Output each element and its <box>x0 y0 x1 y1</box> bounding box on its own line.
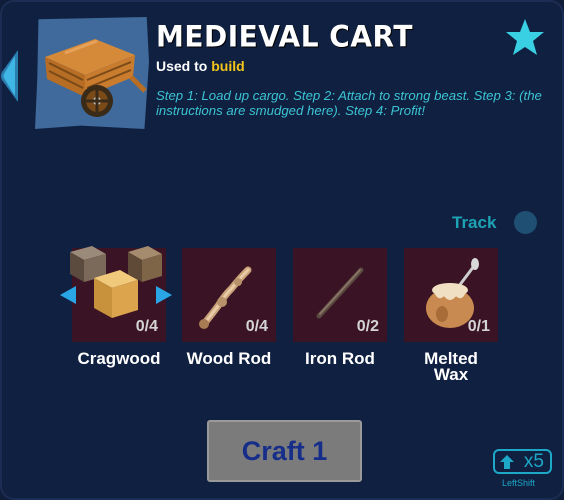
item-image <box>35 17 149 129</box>
previous-variant-arrow-icon[interactable] <box>60 286 76 304</box>
ingredient-count: 0/4 <box>135 318 158 335</box>
craft-button[interactable]: Craft 1 <box>207 420 362 482</box>
used-to-build-link[interactable]: build <box>211 58 244 74</box>
ingredient-slot-iron-rod[interactable]: 0/2 <box>293 248 387 342</box>
shift-key-icon <box>500 454 514 469</box>
ingredient-name: Cragwood <box>77 349 161 368</box>
multiplier-label: x5 <box>523 450 544 472</box>
wooden-cart-icon <box>45 39 147 117</box>
ingredient-count: 0/2 <box>356 318 379 335</box>
item-description: Step 1: Load up cargo. Step 2: Attach to… <box>156 88 542 118</box>
used-to-prefix: Used to <box>156 58 212 74</box>
ingredient-name: Iron Rod <box>305 349 375 368</box>
ingredient-slot-cragwood[interactable]: 0/4 <box>70 246 166 342</box>
ingredient-count: 0/4 <box>245 318 268 335</box>
ingredient-name: Melted Wax <box>396 350 506 384</box>
craft-multiplier-button[interactable]: x5 <box>493 449 552 474</box>
ingredient-slot-melted-wax[interactable]: 0/1 <box>404 248 498 342</box>
track-toggle[interactable] <box>514 211 537 234</box>
star-icon[interactable] <box>505 18 545 58</box>
used-to-label: Used to build <box>156 58 245 74</box>
ingredient-name: Wood Rod <box>186 349 272 368</box>
item-title: MEDIEVAL CART <box>156 19 413 54</box>
track-label[interactable]: Track <box>452 213 496 233</box>
next-variant-arrow-icon[interactable] <box>156 286 172 304</box>
ingredient-count: 0/1 <box>467 318 490 335</box>
ingredient-name-line2: Wax <box>433 365 469 384</box>
crafting-panel: MEDIEVAL CART Used to build Step 1: Load… <box>0 0 564 500</box>
ingredient-slot-wood-rod[interactable]: 0/4 <box>182 248 276 342</box>
previous-recipe-tab[interactable] <box>0 50 18 102</box>
shift-key-hint: LeftShift <box>502 478 536 488</box>
